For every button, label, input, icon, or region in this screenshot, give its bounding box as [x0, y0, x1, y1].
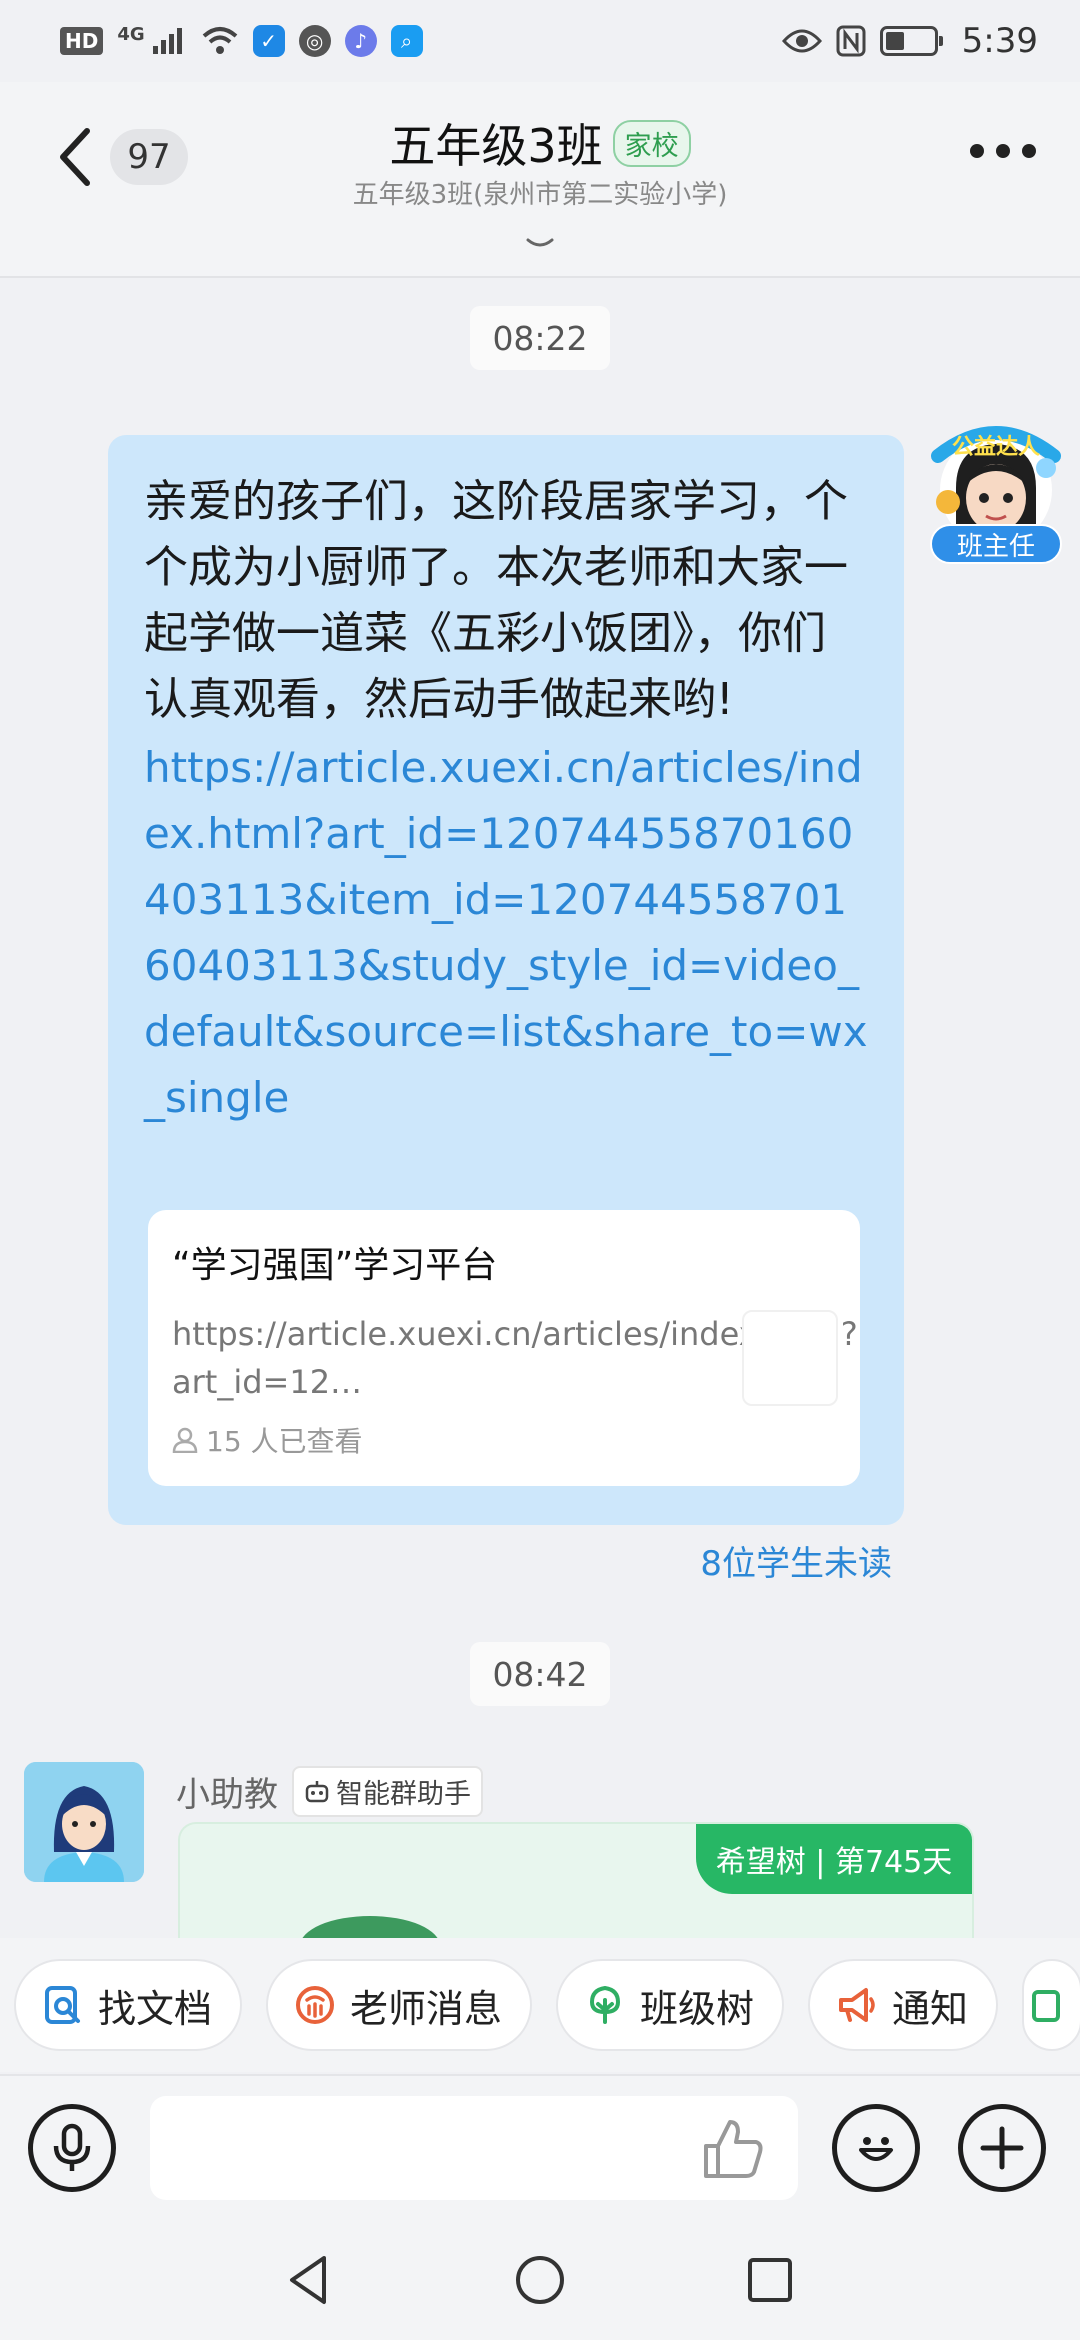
status-left: HD 4G ✓ ◎ ♪ ⌕: [60, 23, 423, 57]
class-tree-button[interactable]: 班级树: [556, 1959, 785, 2051]
nfc-icon: [836, 25, 866, 57]
signal-icon: [152, 28, 182, 54]
quick-actions-bar: 找文档 老师消息 班级树 通知: [0, 1938, 1080, 2072]
chat-title[interactable]: 五年级3班: [389, 110, 602, 176]
find-docs-button[interactable]: 找文档: [14, 1959, 243, 2051]
views-count: 15 人已查看: [206, 1425, 363, 1458]
eye-icon: [781, 29, 822, 53]
input-bar: [0, 2074, 1080, 2220]
timestamp-chip: 08:42: [470, 1642, 610, 1706]
nav-home-icon[interactable]: [508, 2248, 572, 2312]
megaphone-icon: [839, 1988, 875, 2022]
assistant-name: 小助教: [176, 1775, 278, 1815]
assistant-avatar[interactable]: [24, 1762, 144, 1882]
more-features-button[interactable]: [958, 2104, 1046, 2192]
group-type-tag: 家校: [612, 119, 691, 167]
clock: 5:39: [961, 21, 1038, 61]
more-dot: [996, 144, 1010, 158]
unread-students-link[interactable]: 8位学生未读: [700, 1536, 892, 1585]
message-text: 亲爱的孩子们，这阶段居家学习，个个成为小厨师了。本次老师和大家一起学做一道菜《五…: [144, 476, 848, 725]
avatar-frame-text: 公益达人: [952, 434, 1040, 460]
shield-app-icon: ✓: [252, 25, 285, 57]
network-type: 4G: [117, 23, 145, 45]
teacher-message-bubble[interactable]: 亲爱的孩子们，这阶段居家学习，个个成为小厨师了。本次老师和大家一起学做一道菜《五…: [108, 435, 904, 1525]
notice-label: 通知: [892, 1986, 969, 2031]
assistant-tag-label: 智能群助手: [336, 1779, 471, 1810]
notice-button[interactable]: 通知: [808, 1959, 999, 2051]
assistant-tag: 智能群助手: [292, 1766, 483, 1817]
nav-recents-icon[interactable]: [738, 2248, 802, 2312]
thumbs-up-icon[interactable]: [700, 2116, 766, 2182]
class-tree-label: 班级树: [640, 1986, 755, 2031]
chevron-down-icon[interactable]: [520, 234, 560, 254]
person-icon: [172, 1427, 198, 1453]
message-link[interactable]: https://article.xuexi.cn/articles/index.…: [144, 735, 868, 1131]
microphone-icon: [53, 2123, 91, 2171]
hope-tree-card[interactable]: 希望树 | 第745天: [178, 1822, 974, 1942]
assistant-avatar-image: [24, 1762, 144, 1882]
link-card-views: 15 人已查看: [172, 1420, 363, 1460]
wifi-icon: [202, 27, 237, 54]
hope-tree-streak: 希望树 | 第745天: [696, 1824, 972, 1894]
plus-icon: [980, 2126, 1024, 2170]
status-right: 5:39: [781, 21, 1038, 61]
more-options-button[interactable]: [970, 144, 1036, 158]
link-card-thumbnail: [742, 1310, 838, 1406]
emoji-button[interactable]: [832, 2104, 920, 2192]
hd-indicator: HD: [60, 27, 104, 55]
tree-icon: [590, 1985, 621, 2024]
battery-icon: [879, 26, 943, 56]
globe-app-icon: ◎: [298, 25, 331, 57]
battery-level: [885, 32, 905, 50]
role-badge: 班主任: [930, 524, 1062, 564]
more-quick-action-button[interactable]: [1022, 1959, 1080, 2051]
link-preview-card[interactable]: “学习强国”学习平台 https://article.xuexi.cn/arti…: [148, 1210, 860, 1486]
robot-icon: [305, 1780, 329, 1802]
system-nav-bar: [0, 2220, 1080, 2340]
doc-search-icon: [45, 1986, 80, 2024]
nav-back-icon[interactable]: [278, 2248, 342, 2312]
search-app-icon: ⌕: [390, 25, 423, 57]
chat-subtitle: 五年级3班(泉州市第二实验小学): [352, 180, 728, 210]
assistant-name-row: 小助教 智能群助手: [176, 1766, 483, 1817]
music-app-icon: ♪: [344, 25, 377, 57]
chat-header: 97 五年级3班 家校 五年级3班(泉州市第二实验小学): [0, 82, 1080, 278]
more-dot: [1022, 144, 1036, 158]
link-card-url: https://article.xuexi.cn/articles/index.…: [172, 1315, 858, 1401]
status-bar: HD 4G ✓ ◎ ♪ ⌕ 5:39: [0, 0, 1080, 82]
teacher-icon: [296, 1986, 335, 2024]
find-docs-label: 找文档: [98, 1986, 213, 2031]
more-dot: [970, 144, 984, 158]
smile-icon: [859, 2137, 893, 2161]
teacher-messages-button[interactable]: 老师消息: [266, 1959, 533, 2051]
teacher-messages-label: 老师消息: [350, 1986, 503, 2031]
title-row: 五年级3班 家校: [0, 110, 1080, 176]
extra-action-icon: [1032, 1990, 1061, 2022]
link-card-title: “学习强国”学习平台: [172, 1245, 498, 1286]
timestamp-chip: 08:22: [470, 306, 610, 370]
voice-input-button[interactable]: [28, 2104, 116, 2192]
